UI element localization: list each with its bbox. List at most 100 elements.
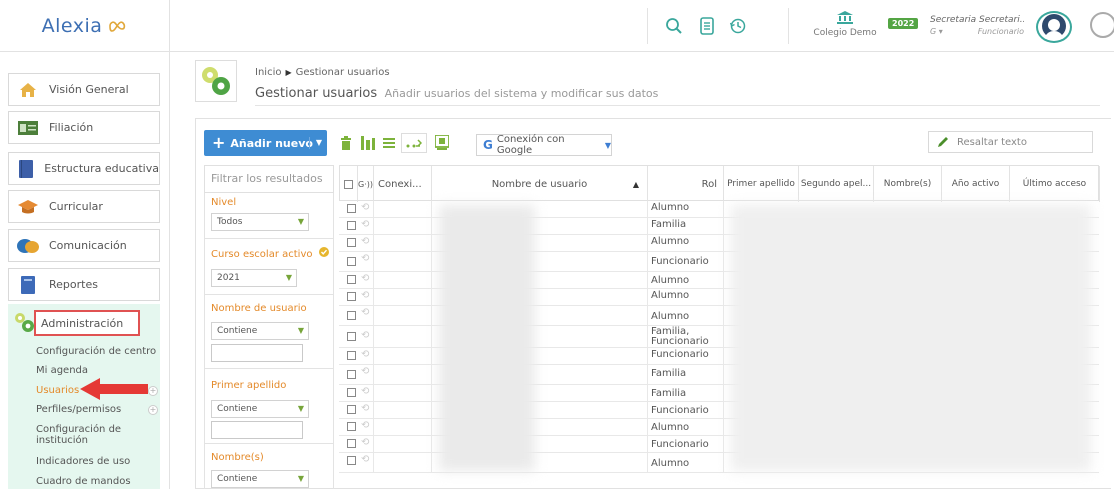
row-checkbox[interactable] bbox=[347, 405, 356, 414]
row-checkbox[interactable] bbox=[347, 422, 356, 431]
row-rol: Funcionario bbox=[651, 349, 709, 360]
chat-icon bbox=[17, 236, 39, 256]
search-button[interactable] bbox=[660, 12, 688, 40]
col-username-label: Nombre de usuario bbox=[491, 178, 588, 190]
google-connection-button[interactable]: G Conexión con Google ▼ bbox=[476, 134, 612, 156]
row-checkbox[interactable] bbox=[347, 388, 356, 397]
sub-item-label: Configuración de bbox=[36, 424, 122, 435]
share-icon bbox=[406, 139, 422, 148]
col-google[interactable]: G·)) bbox=[358, 166, 374, 202]
history-button[interactable] bbox=[724, 12, 752, 40]
sync-icon: ⟲ bbox=[361, 349, 370, 360]
user-avatar-icon bbox=[1042, 14, 1066, 39]
col-rol[interactable]: Rol bbox=[648, 166, 724, 202]
sidebar-item-reportes[interactable]: Reportes bbox=[8, 268, 160, 301]
logo-text: Alexia bbox=[41, 15, 103, 37]
chevron-down-icon: ▼ bbox=[297, 326, 304, 335]
row-checkbox[interactable] bbox=[347, 221, 356, 230]
graduation-cap-icon bbox=[17, 197, 39, 217]
sort-asc-icon: ▲ bbox=[632, 179, 639, 189]
sidebar-item-filiacion[interactable]: Filiación bbox=[8, 111, 160, 144]
col-segundo-apellido[interactable]: Segundo apel... bbox=[799, 166, 874, 202]
sub-item-configuracion-institucion[interactable]: Configuración de institución bbox=[36, 424, 121, 446]
col-ultimo-acceso[interactable]: Último acceso bbox=[1010, 166, 1100, 202]
sub-item-indicadores[interactable]: Indicadores de uso bbox=[36, 456, 130, 467]
sync-icon: ⟲ bbox=[361, 437, 370, 448]
breadcrumb-current: Gestionar usuarios bbox=[295, 67, 390, 78]
filter-curso-select[interactable]: 2021 ▼ bbox=[211, 269, 297, 287]
sidebar-item-curricular[interactable]: Curricular bbox=[8, 190, 160, 223]
sub-item-perfiles[interactable]: Perfiles/permisos bbox=[36, 404, 121, 415]
row-checkbox[interactable] bbox=[347, 439, 356, 448]
school-selector[interactable]: Colegio Demo bbox=[810, 10, 880, 38]
sub-item-configuracion-centro[interactable]: Configuración de centro bbox=[36, 346, 156, 357]
row-checkbox[interactable] bbox=[347, 257, 356, 266]
filter-curso-value: 2021 bbox=[217, 273, 240, 283]
select-all-checkbox[interactable] bbox=[344, 179, 353, 189]
row-rol: Familia, Funcionario bbox=[651, 327, 709, 347]
year-badge[interactable]: 2022 bbox=[888, 18, 919, 29]
avatar[interactable] bbox=[1036, 11, 1072, 43]
row-rol: Alumno bbox=[651, 202, 690, 213]
sync-icon: ⟲ bbox=[361, 273, 370, 284]
breadcrumb-home[interactable]: Inicio bbox=[255, 67, 281, 78]
user-google-indicator: G ▾ bbox=[930, 27, 943, 36]
columns-button[interactable] bbox=[358, 133, 378, 153]
page-title-text: Gestionar usuarios bbox=[255, 86, 378, 101]
filter-nivel-value: Todos bbox=[217, 217, 243, 227]
filter-nombres-operator[interactable]: Contiene ▼ bbox=[211, 470, 309, 488]
row-checkbox[interactable] bbox=[347, 204, 356, 213]
col-anio-activo[interactable]: Año activo bbox=[942, 166, 1010, 202]
sub-item-label-line2: institución bbox=[36, 435, 89, 446]
sidebar-item-comunicacion[interactable]: Comunicación bbox=[8, 229, 160, 262]
filter-nombres-label: Nombre(s) bbox=[211, 452, 264, 463]
row-rol: Alumno bbox=[651, 236, 690, 247]
row-rol: Alumno bbox=[651, 458, 690, 469]
row-checkbox[interactable] bbox=[347, 332, 356, 341]
sub-item-mi-agenda[interactable]: Mi agenda bbox=[36, 365, 88, 376]
sidebar-item-vision-general[interactable]: Visión General bbox=[8, 73, 160, 106]
notes-button[interactable] bbox=[693, 12, 721, 40]
row-rol: Alumno bbox=[651, 422, 690, 433]
col-nombres[interactable]: Nombre(s) bbox=[874, 166, 942, 202]
filter-nivel-select[interactable]: Todos ▼ bbox=[211, 213, 309, 231]
filter-nombres: Nombre(s) Contiene ▼ bbox=[204, 444, 334, 489]
delete-button[interactable] bbox=[336, 133, 356, 153]
user-info[interactable]: Secretaria Secretari... G ▾ Funcionario bbox=[930, 15, 1024, 36]
export-button[interactable] bbox=[432, 133, 452, 153]
filter-curso: Curso escolar activo 2021 ▼ bbox=[204, 239, 334, 295]
row-checkbox[interactable] bbox=[347, 456, 356, 465]
chevron-down-icon[interactable]: ▼ bbox=[308, 137, 322, 149]
share-button[interactable] bbox=[401, 133, 427, 153]
sidebar-item-administracion[interactable]: Administración bbox=[34, 310, 140, 336]
filter-username-operator[interactable]: Contiene ▼ bbox=[211, 322, 309, 340]
more-button[interactable] bbox=[1090, 12, 1114, 38]
row-checkbox[interactable] bbox=[347, 370, 356, 379]
col-username[interactable]: Nombre de usuario ▲ bbox=[432, 166, 648, 202]
sub-item-cuadro-mandos[interactable]: Cuadro de mandos bbox=[36, 476, 131, 487]
col-primer-apellido[interactable]: Primer apellido bbox=[724, 166, 799, 202]
add-perfiles-button[interactable]: + bbox=[148, 405, 158, 415]
filter-nombres-op: Contiene bbox=[217, 474, 258, 484]
user-role: Funcionario bbox=[977, 27, 1024, 36]
row-checkbox[interactable] bbox=[347, 292, 356, 301]
user-name: Secretaria Secretari... bbox=[930, 15, 1024, 25]
table-header: G·)) Conexi... Nombre de usuario ▲ Rol P… bbox=[339, 165, 1100, 202]
list-view-button[interactable] bbox=[379, 133, 399, 153]
add-new-button[interactable]: + Añadir nuevo ▼ bbox=[204, 130, 327, 156]
highlight-text-input[interactable]: Resaltar texto bbox=[928, 131, 1093, 153]
app-logo[interactable]: Alexia bbox=[0, 0, 170, 52]
filter-apellido-input[interactable] bbox=[211, 421, 303, 439]
row-checkbox[interactable] bbox=[347, 238, 356, 247]
sub-item-usuarios[interactable]: Usuarios bbox=[36, 385, 79, 396]
filter-username-input[interactable] bbox=[211, 344, 303, 362]
sidebar-item-estructura[interactable]: Estructura educativa bbox=[8, 152, 160, 185]
sync-icon: ⟲ bbox=[361, 386, 370, 397]
filter-nivel-label: Nivel bbox=[211, 197, 237, 208]
row-checkbox[interactable] bbox=[347, 311, 356, 320]
row-checkbox[interactable] bbox=[347, 275, 356, 284]
row-checkbox[interactable] bbox=[347, 351, 356, 360]
school-name: Colegio Demo bbox=[813, 28, 877, 38]
filter-apellido-operator[interactable]: Contiene ▼ bbox=[211, 400, 309, 418]
col-conexion[interactable]: Conexi... bbox=[374, 166, 432, 202]
